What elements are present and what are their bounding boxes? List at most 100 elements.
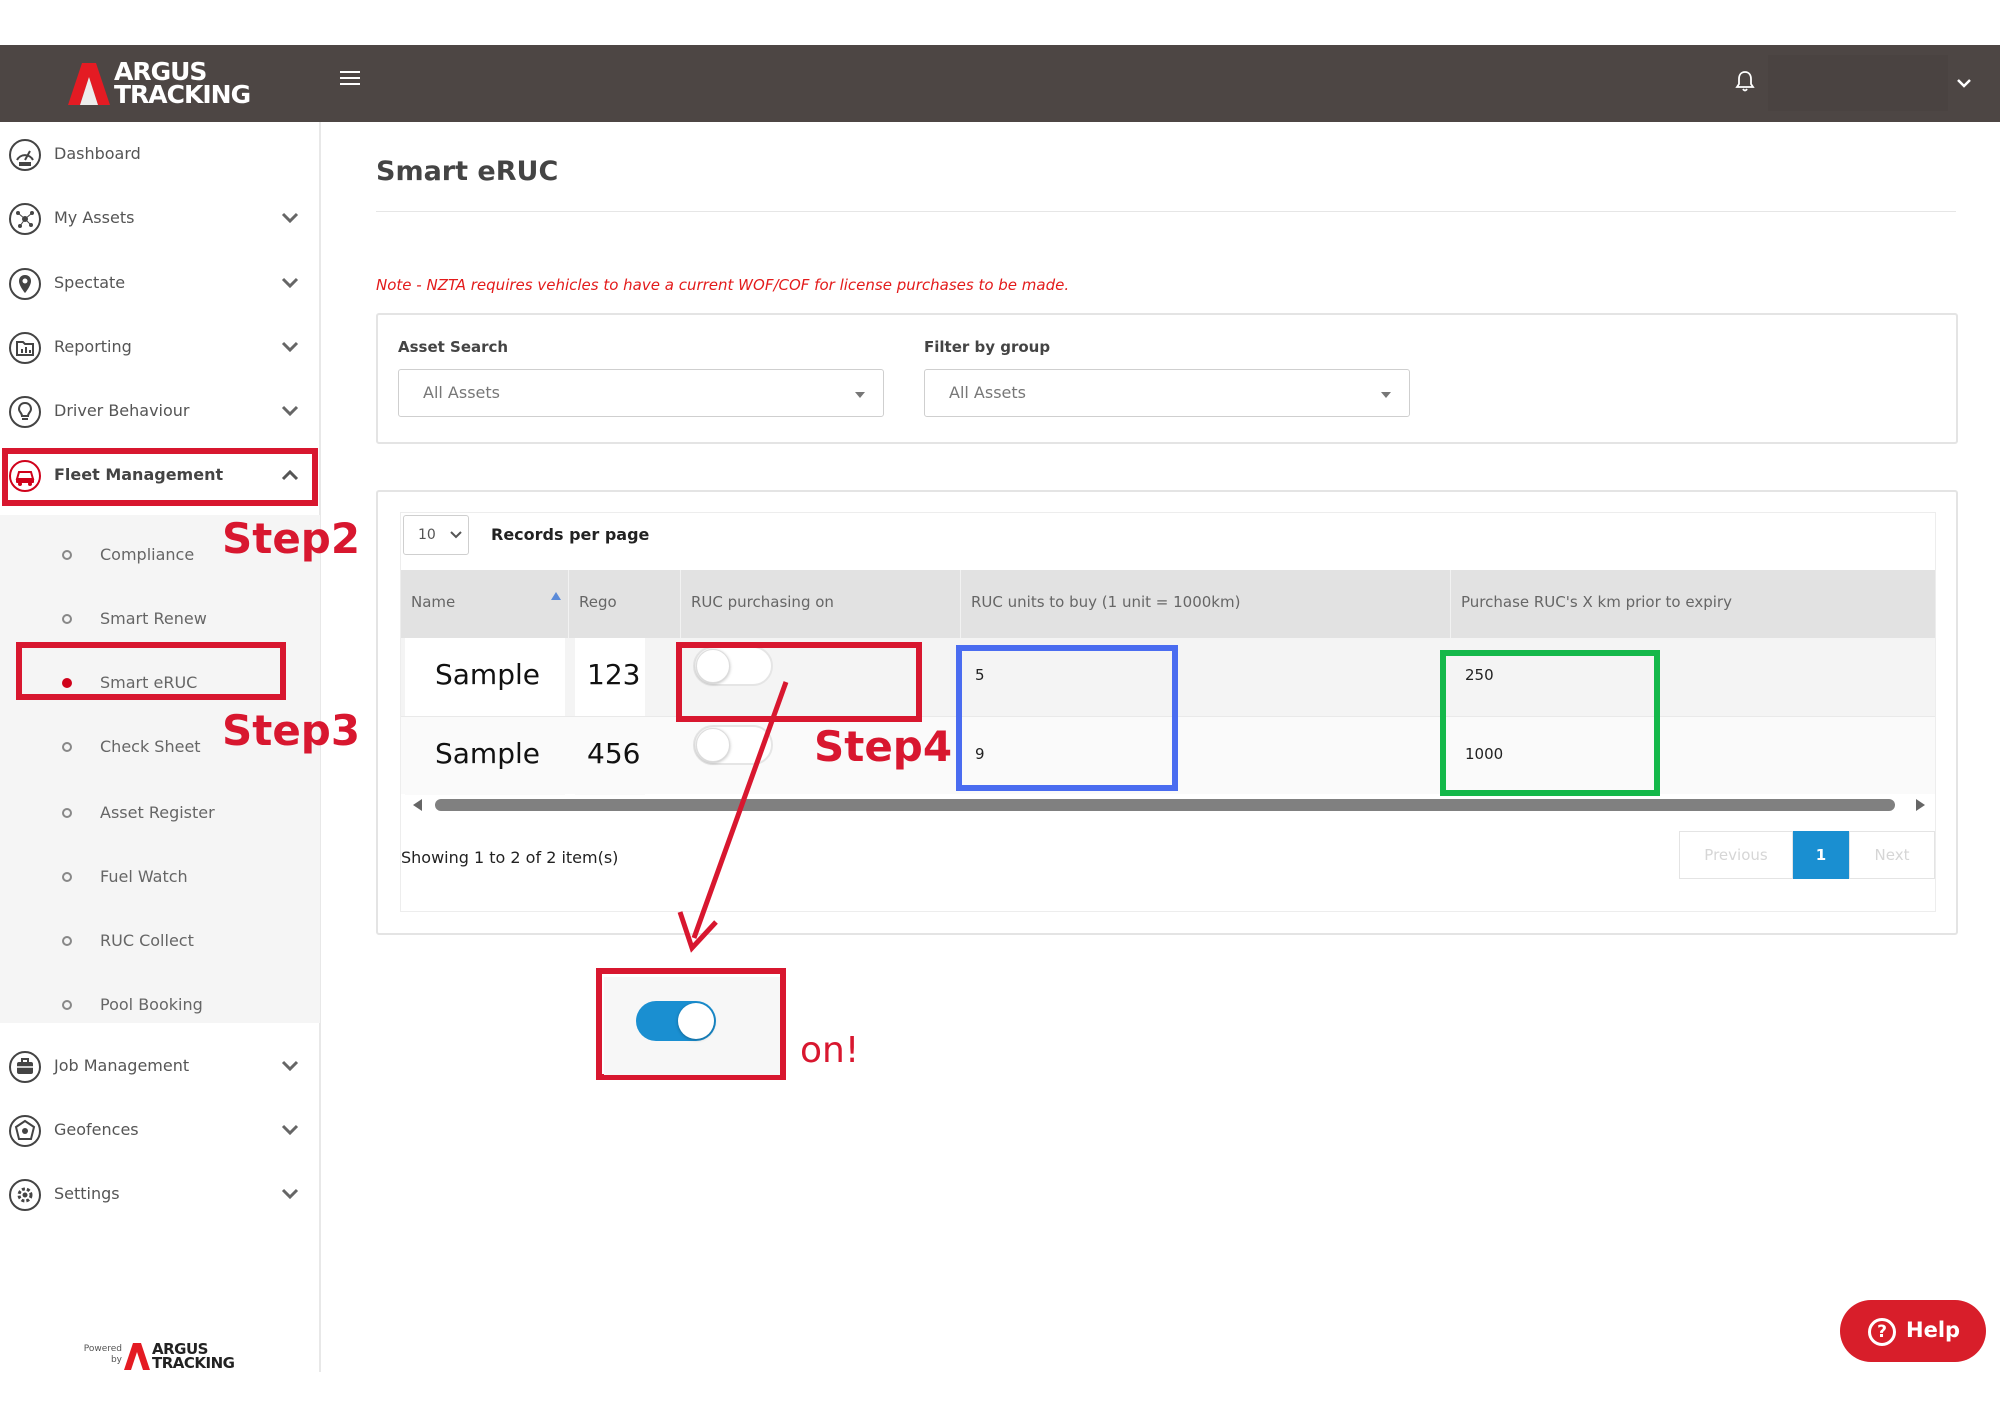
page-title: Smart eRUC <box>376 156 559 187</box>
sidebar-subitem[interactable]: Fuel Watch <box>0 847 318 907</box>
table-header: Name Rego RUC purchasing on RUC units to… <box>401 570 1935 638</box>
hamburger-menu-icon[interactable] <box>340 71 360 87</box>
column-header-purchase-prior[interactable]: Purchase RUC's X km prior to expiry <box>1451 570 1935 638</box>
ruc-purchasing-toggle[interactable] <box>693 725 773 765</box>
sidebar-subitem-label: Fuel Watch <box>100 867 188 886</box>
chevron-down-icon[interactable] <box>280 339 300 355</box>
fleet-management-submenu: Compliance Smart Renew Smart eRUC Check She… <box>0 515 320 1023</box>
annotation-on-label: on! <box>800 1030 860 1071</box>
sidebar-item-geofences[interactable]: Geofences <box>0 1098 318 1162</box>
bullet-icon <box>62 742 72 752</box>
bullet-icon <box>62 614 72 624</box>
annotation-box-units <box>956 645 1178 791</box>
powered-logo-text: ARGUS TRACKING <box>152 1340 235 1372</box>
records-per-page-value: 10 <box>418 527 436 543</box>
sidebar-subitem-label: RUC Collect <box>100 931 194 950</box>
filter-by-group-label: Filter by group <box>924 338 1051 356</box>
previous-page-button[interactable]: Previous <box>1679 831 1793 879</box>
page-1-button[interactable]: 1 <box>1793 831 1849 879</box>
user-account-menu[interactable] <box>1768 55 1948 111</box>
horizontal-scrollbar[interactable] <box>409 798 1929 812</box>
map-pin-icon <box>9 268 41 300</box>
sidebar-subitem-label: Check Sheet <box>100 737 201 756</box>
help-button[interactable]: ? Help <box>1840 1300 1986 1362</box>
network-icon <box>9 203 41 235</box>
chevron-down-icon[interactable] <box>1954 73 1974 93</box>
sidebar-item-label: Geofences <box>54 1120 139 1139</box>
top-bar: ARGUS TRACKING <box>0 45 2000 122</box>
help-label: Help <box>1906 1318 1961 1342</box>
scroll-left-arrow-icon[interactable] <box>413 799 422 811</box>
annotation-box-toggle <box>676 642 922 722</box>
geofence-icon <box>9 1115 41 1147</box>
bullet-icon <box>62 808 72 818</box>
bullet-icon <box>62 550 72 560</box>
annotation-step2: Step2 <box>222 514 361 563</box>
sidebar-item-job-management[interactable]: Job Management <box>0 1034 318 1098</box>
chevron-down-icon[interactable] <box>280 1058 300 1074</box>
gear-icon <box>9 1179 41 1211</box>
asset-search-label: Asset Search <box>398 338 509 356</box>
folder-chart-icon <box>9 332 41 364</box>
argus-logo-mark-icon <box>124 1343 150 1370</box>
scrollbar-thumb[interactable] <box>435 799 1895 811</box>
chevron-down-icon <box>450 531 462 539</box>
bullet-icon <box>62 1000 72 1010</box>
bullet-icon <box>62 872 72 882</box>
argus-logo-mark-icon <box>68 63 110 105</box>
cell-rego: 456 <box>575 717 645 795</box>
chevron-down-icon[interactable] <box>280 1186 300 1202</box>
sidebar-item-label: Spectate <box>54 273 126 292</box>
records-per-page-label: Records per page <box>491 525 650 544</box>
caret-down-icon <box>1381 392 1391 398</box>
sidebar-subitem-label: Smart Renew <box>100 609 207 628</box>
filter-by-group-select[interactable]: All Assets <box>924 369 1410 417</box>
divider <box>376 211 1956 212</box>
annotation-box-fleet-management <box>2 448 318 506</box>
sidebar-item-settings[interactable]: Settings <box>0 1162 318 1226</box>
asset-search-value: All Assets <box>423 383 500 402</box>
sort-ascending-icon <box>551 592 561 600</box>
filter-by-group-value: All Assets <box>949 383 1026 402</box>
showing-items-text: Showing 1 to 2 of 2 item(s) <box>401 848 619 867</box>
toggle-on-example <box>604 977 780 1075</box>
ruc-purchasing-toggle-on[interactable] <box>636 1001 716 1041</box>
column-header-rego[interactable]: Rego <box>569 570 681 638</box>
bullet-icon <box>62 936 72 946</box>
asset-search-select[interactable]: All Assets <box>398 369 884 417</box>
annotation-box-smart-eruc <box>16 642 286 700</box>
chevron-down-icon[interactable] <box>280 403 300 419</box>
pagination: Previous 1 Next <box>1679 831 1935 879</box>
next-page-button[interactable]: Next <box>1849 831 1935 879</box>
sidebar-item-dashboard[interactable]: Dashboard <box>0 122 318 186</box>
briefcase-icon <box>9 1051 41 1083</box>
scroll-right-arrow-icon[interactable] <box>1916 799 1925 811</box>
sidebar-item-label: Job Management <box>54 1056 190 1075</box>
argus-tracking-logo[interactable]: ARGUS TRACKING <box>68 59 258 109</box>
column-header-ruc-purchasing-on[interactable]: RUC purchasing on <box>681 570 961 638</box>
chevron-down-icon[interactable] <box>280 210 300 226</box>
sidebar-subitem-label: Pool Booking <box>100 995 203 1014</box>
powered-by-logo: Powered by ARGUS TRACKING <box>78 1340 238 1376</box>
logo-text-line2: TRACKING <box>114 80 251 109</box>
sidebar-item-spectate[interactable]: Spectate <box>0 251 318 315</box>
records-per-page-select[interactable]: 10 <box>403 515 469 555</box>
column-header-ruc-units[interactable]: RUC units to buy (1 unit = 1000km) <box>961 570 1451 638</box>
sidebar-subitem[interactable]: Smart Renew <box>0 589 318 649</box>
sidebar-item-driver-behaviour[interactable]: Driver Behaviour <box>0 379 318 443</box>
sidebar-subitem[interactable]: Pool Booking <box>0 975 318 1035</box>
notification-bell-icon[interactable] <box>1735 69 1755 93</box>
column-header-name[interactable]: Name <box>401 570 569 638</box>
sidebar-item-label: My Assets <box>54 208 135 227</box>
question-mark-icon: ? <box>1868 1318 1896 1346</box>
chevron-down-icon[interactable] <box>280 1122 300 1138</box>
sidebar-item-reporting[interactable]: Reporting <box>0 315 318 379</box>
chevron-down-icon[interactable] <box>280 275 300 291</box>
sidebar-subitem[interactable]: Asset Register <box>0 783 318 843</box>
sidebar-subitem[interactable]: RUC Collect <box>0 911 318 971</box>
cell-name: Sample <box>405 638 565 716</box>
sidebar-item-my-assets[interactable]: My Assets <box>0 186 318 250</box>
annotation-step3: Step3 <box>222 706 361 755</box>
sidebar-item-label: Reporting <box>54 337 132 356</box>
caret-down-icon <box>855 392 865 398</box>
